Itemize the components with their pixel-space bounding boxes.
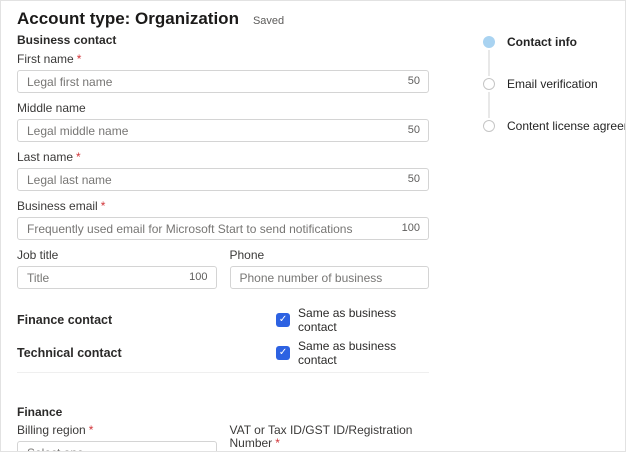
- required-asterisk: *: [275, 436, 280, 450]
- finance-same-as-business-label[interactable]: Same as business contact: [298, 306, 429, 334]
- technical-contact-row: Technical contact ✓ Same as business con…: [17, 343, 429, 363]
- progress-stepper: Contact info Email verification Content …: [483, 36, 626, 132]
- phone-input-wrap: [230, 266, 430, 289]
- page-title: Account type: Organization: [17, 9, 239, 29]
- phone-label: Phone: [230, 249, 430, 262]
- step-label: Email verification: [507, 77, 598, 91]
- step-label: Contact info: [507, 35, 577, 49]
- job-title-field: Job title 100: [17, 249, 217, 289]
- billing-region-field: Billing region* Select one: [17, 424, 217, 452]
- step-email-verification[interactable]: Email verification: [483, 78, 626, 90]
- business-email-field: Business email* 100: [17, 200, 429, 240]
- step-pending-dot-icon: [483, 78, 495, 90]
- finance-contact-heading: Finance contact: [17, 313, 276, 327]
- billing-region-selected-value: Select one: [27, 446, 84, 453]
- finance-row: Billing region* Select one VAT or Tax ID…: [17, 424, 429, 452]
- page-header: Account type: Organization Saved: [17, 9, 429, 29]
- required-asterisk: *: [77, 52, 82, 66]
- billing-region-select[interactable]: Select one: [17, 441, 217, 452]
- billing-region-label: Billing region*: [17, 424, 217, 437]
- last-name-field: Last name* 50: [17, 151, 429, 191]
- last-name-label: Last name*: [17, 151, 429, 164]
- step-content-license-agreement[interactable]: Content license agreement: [483, 120, 626, 132]
- form-column: Account type: Organization Saved Busines…: [17, 9, 429, 452]
- checkmark-icon: ✓: [279, 347, 287, 358]
- step-connector: [488, 92, 490, 118]
- vat-field: VAT or Tax ID/GST ID/Registration Number…: [230, 424, 430, 452]
- finance-heading: Finance: [17, 405, 429, 419]
- last-name-input-wrap: 50: [17, 168, 429, 191]
- business-email-label-text: Business email: [17, 199, 98, 213]
- job-title-label: Job title: [17, 249, 217, 262]
- billing-region-label-text: Billing region: [17, 423, 86, 437]
- middle-name-field: Middle name 50: [17, 102, 429, 142]
- required-asterisk: *: [76, 150, 81, 164]
- business-contact-heading: Business contact: [17, 33, 429, 47]
- business-email-label: Business email*: [17, 200, 429, 213]
- middle-name-input-wrap: 50: [17, 119, 429, 142]
- step-contact-info[interactable]: Contact info: [483, 36, 626, 48]
- required-asterisk: *: [101, 199, 106, 213]
- job-title-label-text: Job title: [17, 248, 58, 262]
- technical-same-as-business-label[interactable]: Same as business contact: [298, 339, 429, 367]
- middle-name-label-text: Middle name: [17, 101, 86, 115]
- business-email-input-wrap: 100: [17, 217, 429, 240]
- finance-same-as-business-checkbox[interactable]: ✓: [276, 313, 290, 327]
- section-divider: [17, 372, 429, 373]
- first-name-input-wrap: 50: [17, 70, 429, 93]
- technical-same-as-business-checkbox[interactable]: ✓: [276, 346, 290, 360]
- job-title-input[interactable]: [17, 266, 217, 289]
- job-phone-row: Job title 100 Phone: [17, 249, 429, 298]
- first-name-label: First name*: [17, 53, 429, 66]
- required-asterisk: *: [89, 423, 94, 437]
- step-connector: [488, 50, 490, 76]
- step-active-dot-icon: [483, 36, 495, 48]
- job-title-input-wrap: 100: [17, 266, 217, 289]
- account-form-card: Account type: Organization Saved Busines…: [0, 0, 626, 452]
- step-label: Content license agreement: [507, 119, 626, 133]
- chevron-down-icon: [199, 450, 206, 452]
- vat-label: VAT or Tax ID/GST ID/Registration Number…: [230, 424, 430, 450]
- business-email-input[interactable]: [17, 217, 429, 240]
- step-pending-dot-icon: [483, 120, 495, 132]
- technical-contact-heading: Technical contact: [17, 346, 276, 360]
- phone-input[interactable]: [230, 266, 430, 289]
- middle-name-input[interactable]: [17, 119, 429, 142]
- first-name-input[interactable]: [17, 70, 429, 93]
- phone-field: Phone: [230, 249, 430, 289]
- first-name-field: First name* 50: [17, 53, 429, 93]
- saved-status: Saved: [253, 15, 284, 27]
- first-name-label-text: First name: [17, 52, 74, 66]
- phone-label-text: Phone: [230, 248, 265, 262]
- last-name-label-text: Last name: [17, 150, 73, 164]
- last-name-input[interactable]: [17, 168, 429, 191]
- middle-name-label: Middle name: [17, 102, 429, 115]
- finance-contact-row: Finance contact ✓ Same as business conta…: [17, 310, 429, 330]
- checkmark-icon: ✓: [279, 314, 287, 325]
- vat-label-text: VAT or Tax ID/GST ID/Registration Number: [230, 423, 413, 450]
